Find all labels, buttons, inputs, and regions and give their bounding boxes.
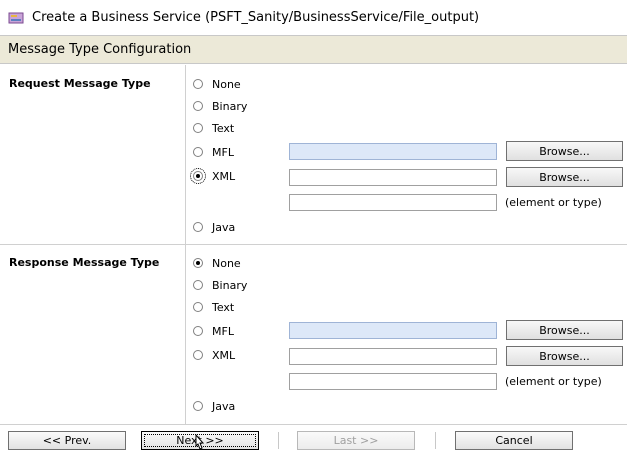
footer-separator (278, 432, 279, 449)
request-option-binary[interactable]: Binary (193, 98, 247, 114)
radio-button[interactable] (193, 350, 203, 360)
option-label: Java (212, 399, 236, 413)
radio-button[interactable] (190, 168, 206, 184)
response-option-mfl[interactable]: MFL (193, 323, 234, 339)
option-label: Binary (212, 278, 248, 292)
radio-button[interactable] (193, 401, 203, 411)
request-xml-browse-button[interactable]: Browse... (506, 167, 623, 187)
option-label: None (212, 77, 241, 91)
request-option-text[interactable]: Text (193, 120, 234, 136)
option-label: XML (212, 348, 236, 362)
response-mfl-field[interactable] (289, 322, 497, 339)
cancel-button[interactable]: Cancel (455, 431, 573, 450)
section-header: Message Type Configuration (0, 36, 627, 64)
radio-button[interactable] (193, 258, 203, 268)
request-option-none[interactable]: None (193, 76, 241, 92)
request-xml-field[interactable] (289, 169, 497, 186)
option-label: Binary (212, 99, 248, 113)
response-option-java[interactable]: Java (193, 398, 235, 414)
request-mfl-browse-button[interactable]: Browse... (506, 141, 623, 161)
window-title: Create a Business Service (PSFT_Sanity/B… (32, 10, 480, 25)
mouse-cursor-icon (195, 434, 205, 450)
option-label: Java (212, 220, 236, 234)
response-option-binary[interactable]: Binary (193, 277, 247, 293)
request-option-xml[interactable]: XML (190, 168, 236, 184)
response-xml-field[interactable] (289, 348, 497, 365)
radio-button[interactable] (193, 222, 203, 232)
response-xml-browse-button[interactable]: Browse... (506, 346, 623, 366)
request-xml-element-field[interactable] (289, 194, 497, 211)
radio-button[interactable] (193, 123, 203, 133)
response-option-none[interactable]: None (193, 255, 241, 271)
radio-button[interactable] (193, 101, 203, 111)
response-option-xml[interactable]: XML (193, 347, 235, 363)
window-title-bar: Create a Business Service (PSFT_Sanity/B… (0, 0, 627, 36)
response-xml-element-field[interactable] (289, 373, 497, 390)
radio-button[interactable] (193, 280, 203, 290)
option-label: Text (212, 121, 235, 135)
request-element-hint: (element or type) (505, 196, 602, 209)
response-option-text[interactable]: Text (193, 299, 234, 315)
option-label: MFL (212, 324, 234, 338)
response-message-type-label: Response Message Type (9, 256, 160, 269)
radio-button[interactable] (193, 79, 203, 89)
request-message-type-label: Request Message Type (9, 77, 151, 90)
request-option-mfl[interactable]: MFL (193, 144, 234, 160)
footer-separator (435, 432, 436, 449)
option-label: None (212, 256, 241, 270)
business-service-icon (8, 12, 24, 24)
response-element-hint: (element or type) (505, 375, 602, 388)
option-label: XML (212, 169, 236, 183)
response-mfl-browse-button[interactable]: Browse... (506, 320, 623, 340)
radio-button[interactable] (193, 326, 203, 336)
section-title: Message Type Configuration (8, 42, 192, 57)
request-option-java[interactable]: Java (193, 219, 235, 235)
radio-button[interactable] (193, 147, 203, 157)
option-label: MFL (212, 145, 234, 159)
last-button[interactable]: Last >> (297, 431, 415, 450)
wizard-footer: << Prev. Next >> Last >> Cancel (0, 426, 627, 455)
radio-button[interactable] (193, 302, 203, 312)
option-label: Text (212, 300, 235, 314)
request-mfl-field[interactable] (289, 143, 497, 160)
prev-button[interactable]: << Prev. (8, 431, 126, 450)
